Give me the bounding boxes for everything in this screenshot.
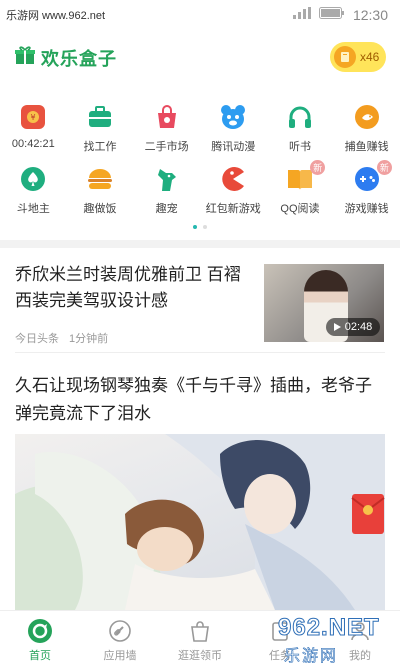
news-source: 今日头条: [15, 333, 59, 345]
page-dot-active: [193, 225, 197, 229]
news-separator: [15, 352, 385, 353]
shortcut-audiobook[interactable]: 听书: [267, 96, 334, 158]
coin-icon: [334, 46, 356, 68]
tab-label: 逛逛领币: [178, 650, 222, 662]
shortcut-row-2: 斗地主 趣做饭 趣宠 红包新游戏 新 QQ阅读 新 游戏赚钱: [0, 158, 400, 220]
headphones-icon: [285, 102, 315, 132]
video-duration: 02:48: [344, 321, 373, 333]
news-time: 1分钟前: [69, 333, 109, 345]
shortcut-row-1: ¥ 00:42:21 找工作 二手市场 腾讯动漫 听书 捕鱼赚钱: [0, 96, 400, 158]
app-name: 欢乐盒子: [41, 48, 117, 69]
briefcase-icon: [85, 102, 115, 132]
red-envelope-timer-icon: ¥: [18, 102, 48, 132]
news-title-2[interactable]: 久石让现场钢琴独奏《千与千寻》插曲，老爷子弹完竟流下了泪水: [15, 372, 385, 428]
site-logo-watermark: 962.NET 乐游网: [254, 614, 394, 666]
shortcut-doudizhu[interactable]: 斗地主: [0, 158, 67, 220]
shortcut-cooking[interactable]: 趣做饭: [67, 158, 134, 220]
tab-label: 首页: [29, 650, 51, 662]
app-header: 欢乐盒子 x46: [0, 38, 400, 78]
shortcut-label: 二手市场: [144, 141, 189, 153]
shortcut-find-job[interactable]: 找工作: [67, 96, 134, 158]
shortcut-game-earn[interactable]: 新 游戏赚钱: [333, 158, 400, 220]
shortcut-label: 红包新游戏: [205, 203, 261, 215]
home-icon: [26, 617, 54, 645]
news-title: 乔欣米兰时装周优雅前卫 百褶西装完美驾驭设计感: [15, 265, 241, 310]
app-logo: 欢乐盒子: [14, 44, 117, 71]
news-video-thumbnail[interactable]: 02:48: [264, 264, 384, 342]
new-badge: 新: [376, 160, 392, 175]
shortcut-pets[interactable]: 趣宠: [133, 158, 200, 220]
shortcut-label: 趣做饭: [83, 203, 117, 215]
shortcut-label: 捕鱼赚钱: [344, 141, 389, 153]
coin-balance-button[interactable]: x46: [330, 42, 386, 72]
dog-icon: [152, 164, 182, 194]
svg-text:¥: ¥: [31, 113, 36, 122]
link-icon: [106, 617, 134, 645]
coin-count: x46: [360, 50, 380, 64]
shortcut-label: 趣宠: [155, 203, 178, 215]
fishing-icon: [352, 102, 382, 132]
watermark-number: 962.NET: [278, 614, 380, 642]
shortcut-label: 00:42:21: [11, 138, 55, 150]
shortcut-label: 听书: [288, 141, 311, 153]
status-bar: 乐游网 www.962.net 12:30: [0, 0, 400, 30]
shortcut-label: 腾讯动漫: [211, 141, 256, 153]
shortcut-label: 斗地主: [16, 203, 50, 215]
shopping-bag-icon: [186, 617, 214, 645]
status-time: 12:30: [352, 7, 388, 23]
video-duration-badge: 02:48: [326, 318, 380, 336]
news-cover-image[interactable]: [15, 434, 385, 610]
status-right: 12:30: [292, 6, 388, 24]
shortcut-fishing-earn[interactable]: 捕鱼赚钱: [333, 96, 400, 158]
spade-icon: [18, 164, 48, 194]
tab-label: 应用墙: [103, 650, 137, 662]
site-watermark: 乐游网 www.962.net: [6, 10, 106, 22]
page-dot: [203, 225, 207, 229]
battery-icon: [318, 6, 345, 24]
tab-home[interactable]: 首页: [0, 611, 80, 666]
shortcut-grid: ¥ 00:42:21 找工作 二手市场 腾讯动漫 听书 捕鱼赚钱 斗地主 趣做饭…: [0, 96, 400, 220]
shortcut-label: 游戏赚钱: [344, 203, 389, 215]
watermark-text: 乐游网: [284, 648, 339, 666]
shortcut-qq-reading[interactable]: 新 QQ阅读: [267, 158, 334, 220]
new-badge: 新: [310, 160, 326, 175]
red-packet-icon: [351, 494, 385, 534]
shortcut-label: QQ阅读: [280, 203, 320, 215]
pacman-icon: [218, 164, 248, 194]
section-divider: [0, 240, 400, 248]
signal-icon: [292, 6, 311, 24]
shortcut-red-packet-game[interactable]: 红包新游戏: [200, 158, 267, 220]
floating-red-packet[interactable]: [350, 488, 386, 536]
tab-app-wall[interactable]: 应用墙: [80, 611, 160, 666]
page-indicator: [0, 225, 400, 229]
play-icon: [333, 323, 341, 331]
gift-box-icon: [14, 44, 36, 71]
shortcut-red-envelope-timer[interactable]: ¥ 00:42:21: [0, 96, 67, 158]
shortcut-tencent-comics[interactable]: 腾讯动漫: [200, 96, 267, 158]
anime-illustration: [15, 434, 385, 610]
burger-icon: [85, 164, 115, 194]
news-item-video[interactable]: 乔欣米兰时装周优雅前卫 百褶西装完美驾驭设计感 今日头条 1分钟前 02:48: [0, 250, 400, 350]
bear-icon: [218, 102, 248, 132]
shopping-bag-icon: [152, 102, 182, 132]
tab-browse-coins[interactable]: 逛逛领币: [160, 611, 240, 666]
shortcut-label: 找工作: [83, 141, 117, 153]
shortcut-second-hand[interactable]: 二手市场: [133, 96, 200, 158]
news-meta: 今日头条 1分钟前: [15, 330, 108, 346]
